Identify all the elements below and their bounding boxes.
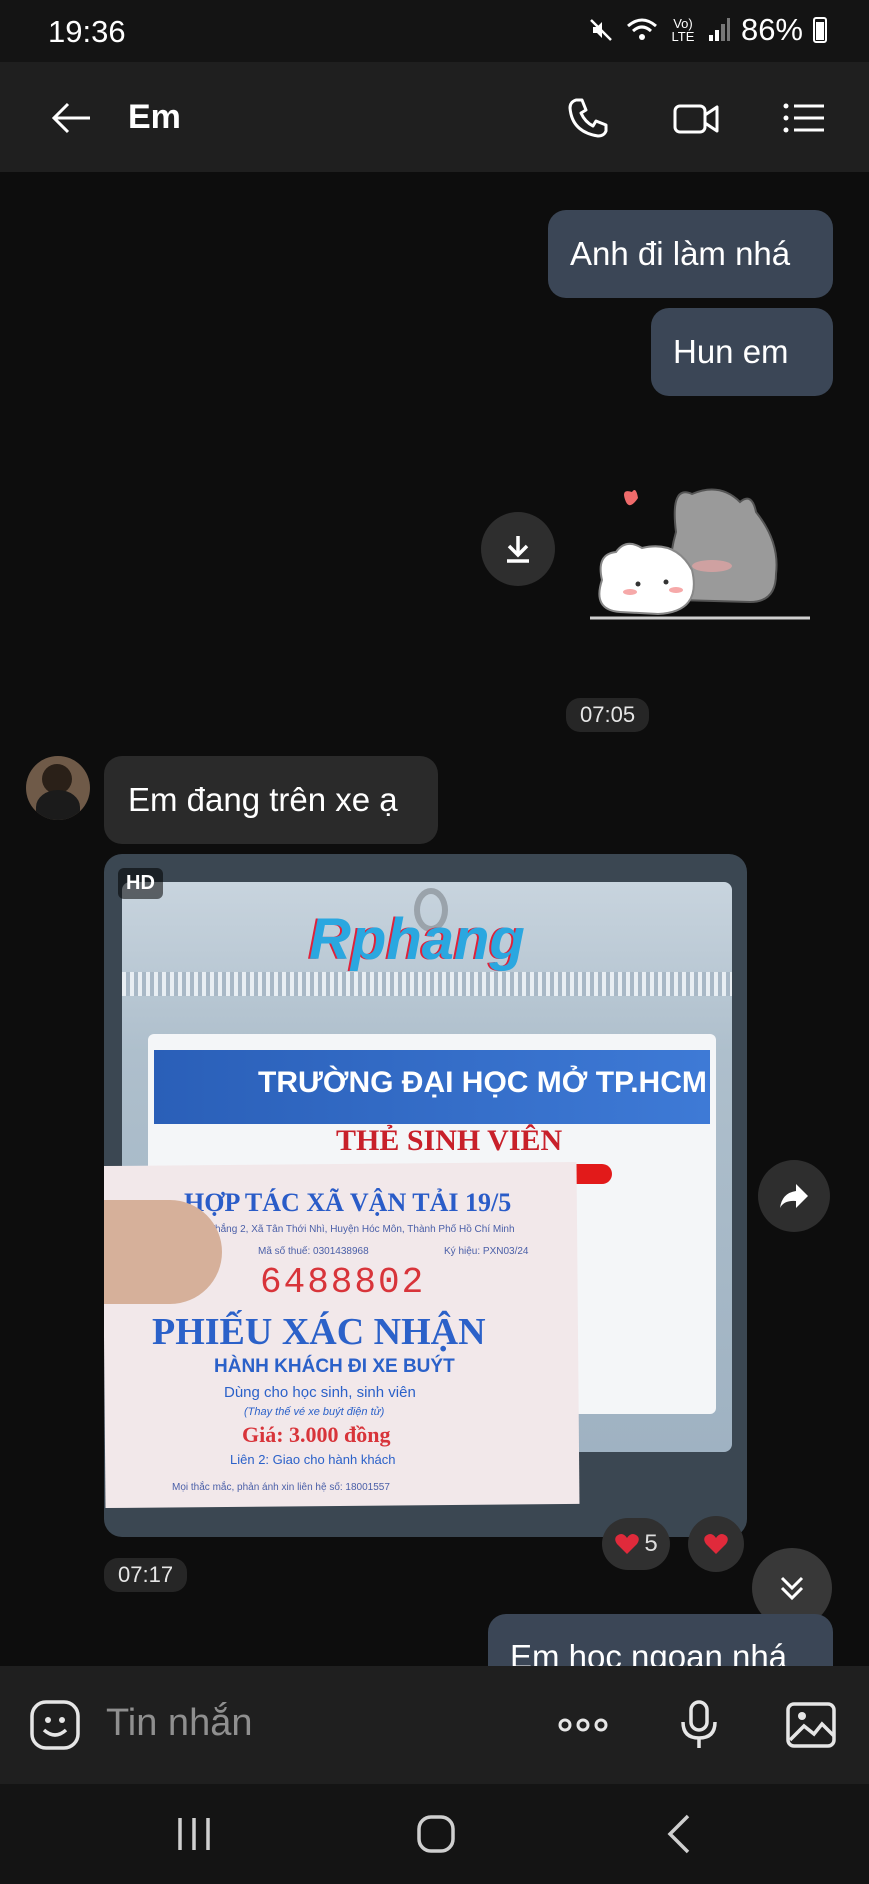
message-text: Em học ngoan nhá: [510, 1638, 788, 1666]
chat-header: Em: [0, 62, 869, 172]
message-timestamp: 07:05: [566, 698, 650, 732]
my-reaction-chip[interactable]: [688, 1516, 744, 1572]
contact-avatar[interactable]: [26, 756, 90, 820]
heart-icon: [704, 1534, 728, 1554]
gallery-image-icon[interactable]: [784, 1698, 838, 1752]
share-arrow-icon: [780, 1184, 808, 1208]
ticket-number: 6488802: [260, 1262, 426, 1303]
recent-apps-icon[interactable]: [172, 1812, 216, 1856]
battery-percent: 86%: [740, 12, 803, 47]
status-bar: 19:36 Vo) LTE 86%: [0, 0, 869, 62]
finger: [104, 1200, 222, 1304]
more-options-icon[interactable]: [556, 1698, 610, 1752]
home-icon[interactable]: [414, 1812, 458, 1856]
download-sticker-button[interactable]: [481, 512, 555, 586]
menu-list-icon[interactable]: [780, 94, 828, 142]
photo-watermark: Rphang: [309, 907, 525, 972]
status-time: 19:36: [48, 14, 126, 49]
message-list[interactable]: Anh đi làm nhá Hun em 07:05 Em đang trên…: [0, 172, 869, 1666]
card-school-name: TRƯỜNG ĐẠI HỌC MỞ TP.HCM: [258, 1066, 707, 1099]
ticket-address: Dân Thắng 2, Xã Tân Thới Nhì, Huyện Hóc …: [188, 1224, 515, 1235]
photo-message[interactable]: Rphang TRƯỜNG ĐẠI HỌC MỞ TP.HCM THẺ SINH…: [104, 854, 747, 1537]
ticket-usage: Dùng cho học sinh, sinh viên: [224, 1384, 416, 1401]
message-timestamp: 07:17: [104, 1558, 188, 1592]
ticket-copy: Liên 2: Giao cho hành khách: [230, 1452, 396, 1467]
ticket-tax-code: Mã số thuế: 0301438968: [258, 1246, 369, 1257]
message-text: Anh đi làm nhá: [570, 235, 791, 272]
ticket-symbol: Ký hiệu: PXN03/24: [444, 1246, 529, 1257]
status-icons: Vo) LTE 86%: [587, 12, 827, 48]
volte-icon: Vo) LTE: [671, 16, 695, 44]
reaction-count-chip[interactable]: 5: [602, 1518, 670, 1570]
forward-button[interactable]: [758, 1160, 830, 1232]
system-back-icon[interactable]: [658, 1812, 702, 1856]
wifi-icon: [626, 18, 657, 40]
microphone-icon[interactable]: [672, 1698, 726, 1752]
cat-sticker[interactable]: [580, 462, 820, 632]
download-icon: [507, 536, 529, 563]
message-text: Em đang trên xe ạ: [128, 781, 398, 818]
reaction-count: 5: [644, 1530, 658, 1557]
mute-icon: [590, 19, 612, 41]
message-outgoing[interactable]: Em học ngoan nhá: [488, 1614, 833, 1666]
card-title: THẺ SINH VIÊN: [336, 1124, 563, 1157]
message-outgoing[interactable]: Anh đi làm nhá: [548, 210, 833, 298]
contact-name[interactable]: Em: [128, 98, 181, 137]
ticket-hotline: Mọi thắc mắc, phản ánh xin liên hệ số: 1…: [172, 1482, 390, 1493]
hd-badge: HD: [118, 868, 163, 899]
ticket-company: HỢP TÁC XÃ VẬN TẢI 19/5: [184, 1188, 512, 1217]
sleeve-zip: [122, 972, 732, 996]
ticket-subtitle: HÀNH KHÁCH ĐI XE BUÝT: [214, 1356, 455, 1377]
message-input[interactable]: Tin nhắn: [106, 1702, 252, 1745]
message-outgoing[interactable]: Hun em: [651, 308, 833, 396]
ticket-note: (Thay thế vé xe buýt điện tử): [244, 1406, 385, 1418]
heart-icon: [615, 1534, 640, 1554]
back-arrow-icon[interactable]: [50, 96, 94, 140]
message-incoming[interactable]: Em đang trên xe ạ: [104, 756, 438, 844]
ticket-title: PHIẾU XÁC NHẬN: [152, 1311, 486, 1353]
signal-icon: [708, 18, 730, 41]
double-chevron-down-icon: [780, 1576, 804, 1601]
emoji-sticker-icon[interactable]: [28, 1698, 82, 1752]
message-text: Hun em: [673, 333, 789, 370]
video-call-icon[interactable]: [672, 94, 720, 142]
message-composer: Tin nhắn: [0, 1666, 869, 1784]
ticket-price: Giá: 3.000 đồng: [242, 1422, 391, 1447]
system-navigation-bar: [0, 1784, 869, 1884]
phone-call-icon[interactable]: [564, 94, 612, 142]
battery-icon: [813, 17, 827, 43]
